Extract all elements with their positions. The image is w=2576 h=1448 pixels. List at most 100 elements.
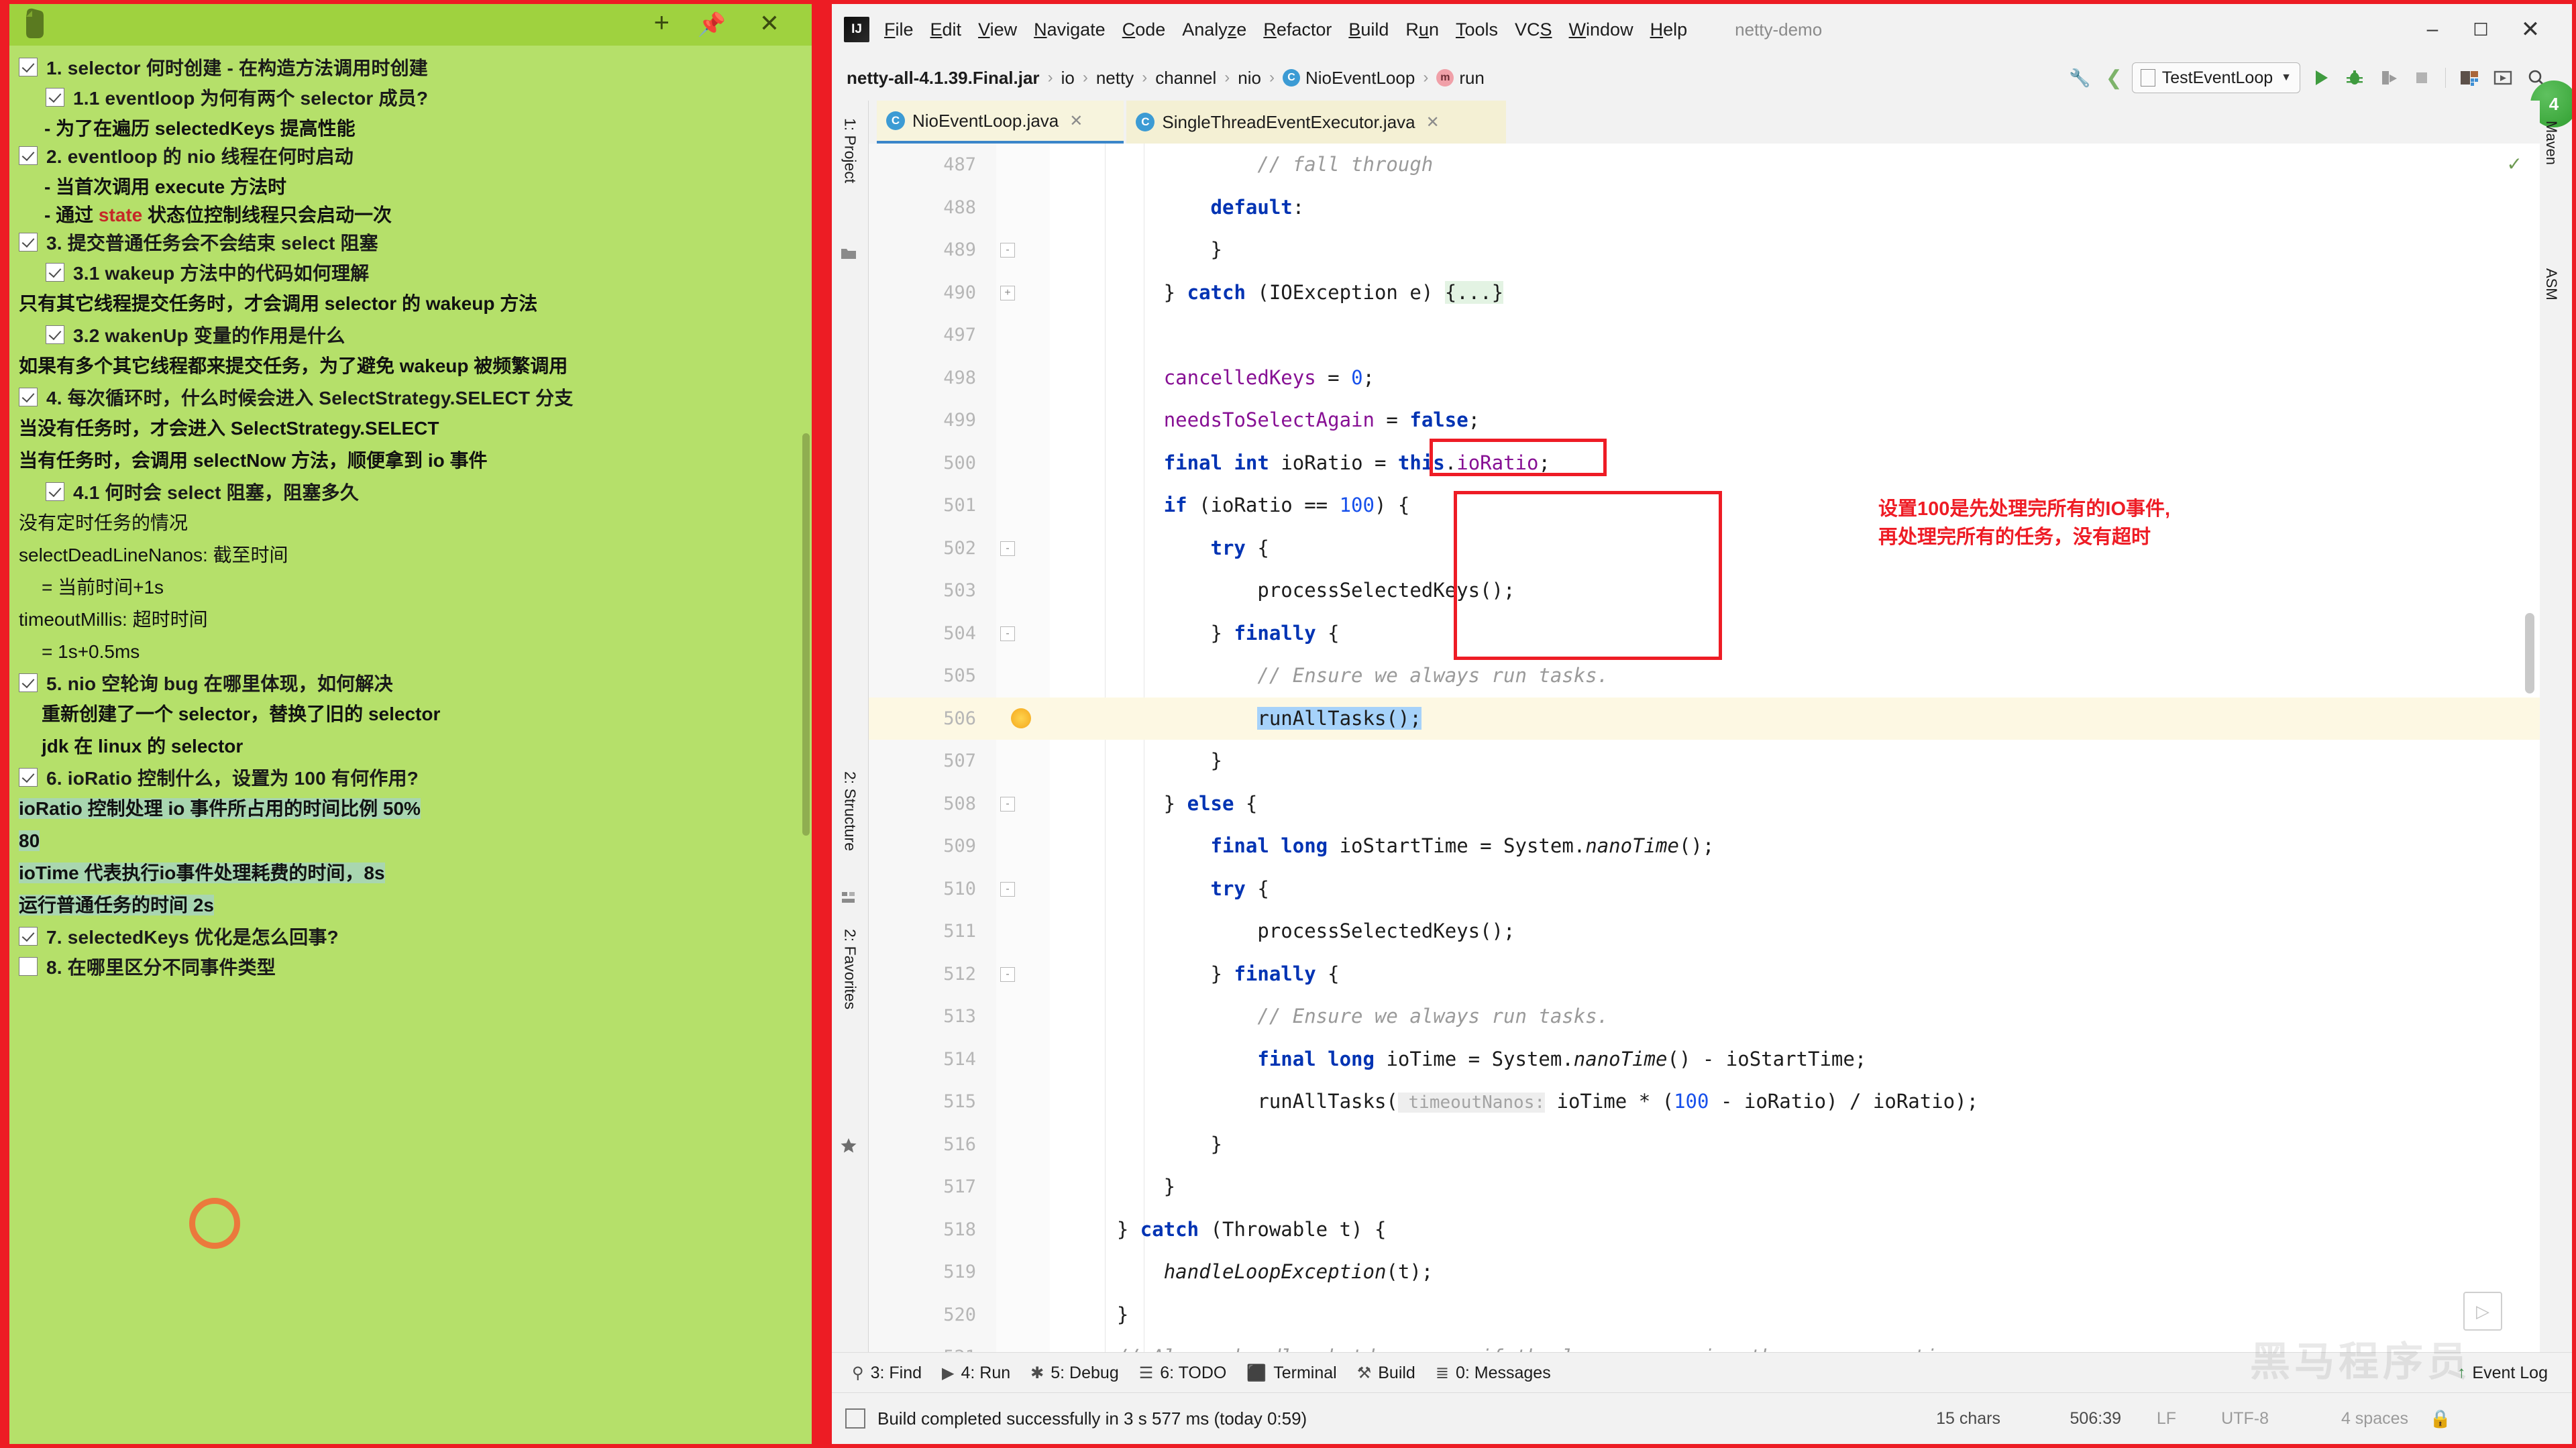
code-line[interactable]: 513 // Ensure we always run tasks. — [869, 995, 2540, 1038]
checkbox-icon[interactable] — [19, 673, 38, 692]
menu-item-tools[interactable]: Tools — [1456, 19, 1498, 40]
checkbox-icon[interactable] — [46, 482, 64, 501]
rerun-icon[interactable] — [2378, 68, 2398, 88]
checkbox-icon[interactable] — [19, 768, 38, 787]
breadcrumb-item[interactable]: run — [1459, 68, 1485, 89]
lock-icon[interactable]: 🔒 — [2430, 1408, 2451, 1429]
note-checklist-item[interactable]: 4. 每次循环时，什么时候会进入 SelectStrategy.SELECT 分… — [19, 385, 796, 412]
add-note-icon[interactable]: + — [654, 8, 669, 38]
note-checklist-item[interactable]: 7. selectedKeys 优化是怎么回事? — [19, 924, 796, 951]
status-encoding[interactable]: UTF-8 — [2221, 1409, 2269, 1429]
sidebar-item-structure[interactable]: 2: Structure — [832, 771, 868, 851]
editor-scrollbar[interactable] — [2525, 613, 2534, 693]
run-configuration-selector[interactable]: TestEventLoop ▼ — [2131, 62, 2300, 93]
checkbox-icon[interactable] — [19, 927, 38, 946]
tool-window-build[interactable]: ⚒ Build — [1357, 1363, 1415, 1383]
code-fold-toggle[interactable]: - — [1000, 243, 1015, 258]
coverage-icon[interactable] — [2493, 68, 2513, 88]
run-gutter-ghost-icon[interactable]: ▷ — [2463, 1292, 2502, 1331]
menu-item-view[interactable]: View — [978, 19, 1017, 40]
checkbox-icon[interactable] — [19, 233, 38, 252]
code-line[interactable]: 507 } — [869, 740, 2540, 783]
code-line[interactable]: 504 - } finally { — [869, 612, 2540, 655]
code-fold-toggle[interactable]: - — [1000, 541, 1015, 556]
breadcrumb-item[interactable]: NioEventLoop — [1305, 68, 1415, 89]
menu-item-refactor[interactable]: Refactor — [1263, 19, 1332, 40]
note-checklist-item[interactable]: 3.1 wakeup 方法中的代码如何理解 — [46, 260, 796, 287]
status-caret-position[interactable]: 506:39 — [2070, 1409, 2121, 1429]
note-scrollbar[interactable] — [802, 433, 810, 836]
code-fold-toggle[interactable]: - — [1000, 881, 1015, 897]
sidebar-item-project[interactable]: 1: Project — [832, 118, 868, 183]
close-icon[interactable]: ✕ — [759, 9, 780, 38]
tool-window-debug[interactable]: ✱ 5: Debug — [1030, 1363, 1119, 1383]
menu-item-file[interactable]: File — [884, 19, 914, 40]
code-line[interactable]: 488 default: — [869, 186, 2540, 229]
menu-item-run[interactable]: Run — [1405, 19, 1439, 40]
code-line[interactable]: 512 - } finally { — [869, 953, 2540, 996]
code-line[interactable]: 489 - } — [869, 229, 2540, 272]
sidebar-item-maven[interactable]: Maven — [2542, 121, 2560, 165]
code-line[interactable]: 519 handleLoopException(t); — [869, 1251, 2540, 1294]
checkbox-icon[interactable] — [19, 957, 38, 976]
code-fold-toggle[interactable]: - — [1000, 966, 1015, 982]
editor-tab[interactable]: C NioEventLoop.java ✕ — [877, 101, 1124, 144]
checkbox-icon[interactable] — [19, 146, 38, 165]
status-indent[interactable]: 4 spaces — [2341, 1409, 2408, 1429]
breadcrumb-item[interactable]: netty-all-4.1.39.Final.jar — [847, 68, 1040, 89]
code-line[interactable]: 503 processSelectedKeys(); — [869, 569, 2540, 612]
note-checklist-item[interactable]: 3.2 wakenUp 变量的作用是什么 — [46, 323, 796, 349]
code-line[interactable]: 518 } catch (Throwable t) { — [869, 1209, 2540, 1251]
window-minimize-button[interactable]: – — [2414, 15, 2451, 44]
checkbox-icon[interactable] — [46, 88, 64, 107]
intention-bulb-icon[interactable] — [1011, 708, 1031, 728]
stop-icon[interactable] — [2412, 68, 2432, 88]
back-arrow-icon[interactable]: ❮ — [2106, 66, 2123, 90]
tool-window-run[interactable]: ▶ 4: Run — [942, 1363, 1010, 1383]
code-fold-toggle[interactable]: - — [1000, 796, 1015, 812]
code-line[interactable]: 505 // Ensure we always run tasks. — [869, 655, 2540, 698]
note-checklist-item[interactable]: 2. eventloop 的 nio 线程在何时启动 — [19, 144, 796, 170]
code-fold-toggle[interactable]: - — [1000, 626, 1015, 641]
note-checklist-item[interactable]: 4.1 何时会 select 阻塞，阻塞多久 — [46, 480, 796, 506]
code-line[interactable]: 499 needsToSelectAgain = false; — [869, 399, 2540, 442]
code-editor[interactable]: 487 // fall through 488 default: 489- } 490… — [869, 144, 2540, 1370]
breadcrumb-item[interactable]: channel — [1155, 68, 1216, 89]
project-structure-icon[interactable] — [2445, 68, 2479, 88]
pin-icon[interactable]: 📌 — [698, 10, 726, 40]
code-line[interactable]: 520 } — [869, 1294, 2540, 1337]
tool-window-messages[interactable]: ≣ 0: Messages — [1436, 1363, 1551, 1383]
checkbox-icon[interactable] — [46, 325, 64, 344]
tool-window-terminal[interactable]: ⬛ Terminal — [1246, 1363, 1336, 1383]
menu-item-help[interactable]: Help — [1650, 19, 1688, 40]
breadcrumb-item[interactable]: io — [1061, 68, 1075, 89]
breadcrumb-item[interactable]: nio — [1238, 68, 1261, 89]
code-line[interactable]: 497 — [869, 314, 2540, 357]
code-line[interactable]: 509 final long ioStartTime = System.nano… — [869, 825, 2540, 868]
code-line[interactable]: 516 } — [869, 1123, 2540, 1166]
menu-item-edit[interactable]: Edit — [930, 19, 962, 40]
menu-item-navigate[interactable]: Navigate — [1034, 19, 1106, 40]
sidebar-item-favorites[interactable]: 2: Favorites — [832, 929, 868, 1009]
code-line[interactable]: 515 runAllTasks( timeoutNanos: ioTime * … — [869, 1080, 2540, 1123]
code-line[interactable]: 517 } — [869, 1166, 2540, 1209]
window-close-button[interactable]: ✕ — [2512, 15, 2549, 44]
run-icon[interactable] — [2311, 68, 2331, 88]
code-line[interactable]: 514 final long ioTime = System.nanoTime(… — [869, 1038, 2540, 1081]
debug-icon[interactable] — [2345, 68, 2365, 88]
tool-window-find[interactable]: ⚲ 3: Find — [852, 1363, 922, 1383]
code-line[interactable]: 490 + } catch (IOException e) {...} — [869, 272, 2540, 315]
checkbox-icon[interactable] — [19, 388, 38, 406]
code-line[interactable]: 506 runAllTasks(); — [869, 697, 2540, 740]
code-line[interactable]: 508 - } else { — [869, 783, 2540, 826]
breadcrumb-item[interactable]: netty — [1096, 68, 1134, 89]
note-checklist-item[interactable]: 3. 提交普通任务会不会结束 select 阻塞 — [19, 230, 796, 257]
code-fold-toggle[interactable]: + — [1000, 285, 1015, 300]
note-checklist-item[interactable]: 1.1 eventloop 为何有两个 selector 成员? — [46, 85, 796, 112]
code-line[interactable]: 500 final int ioRatio = this.ioRatio; — [869, 442, 2540, 485]
status-line-separator[interactable]: LF — [2157, 1409, 2176, 1429]
code-line[interactable]: 511 processSelectedKeys(); — [869, 910, 2540, 953]
window-maximize-button[interactable]: ☐ — [2462, 15, 2500, 44]
code-line[interactable]: 487 // fall through — [869, 144, 2540, 186]
checkbox-icon[interactable] — [46, 263, 64, 282]
